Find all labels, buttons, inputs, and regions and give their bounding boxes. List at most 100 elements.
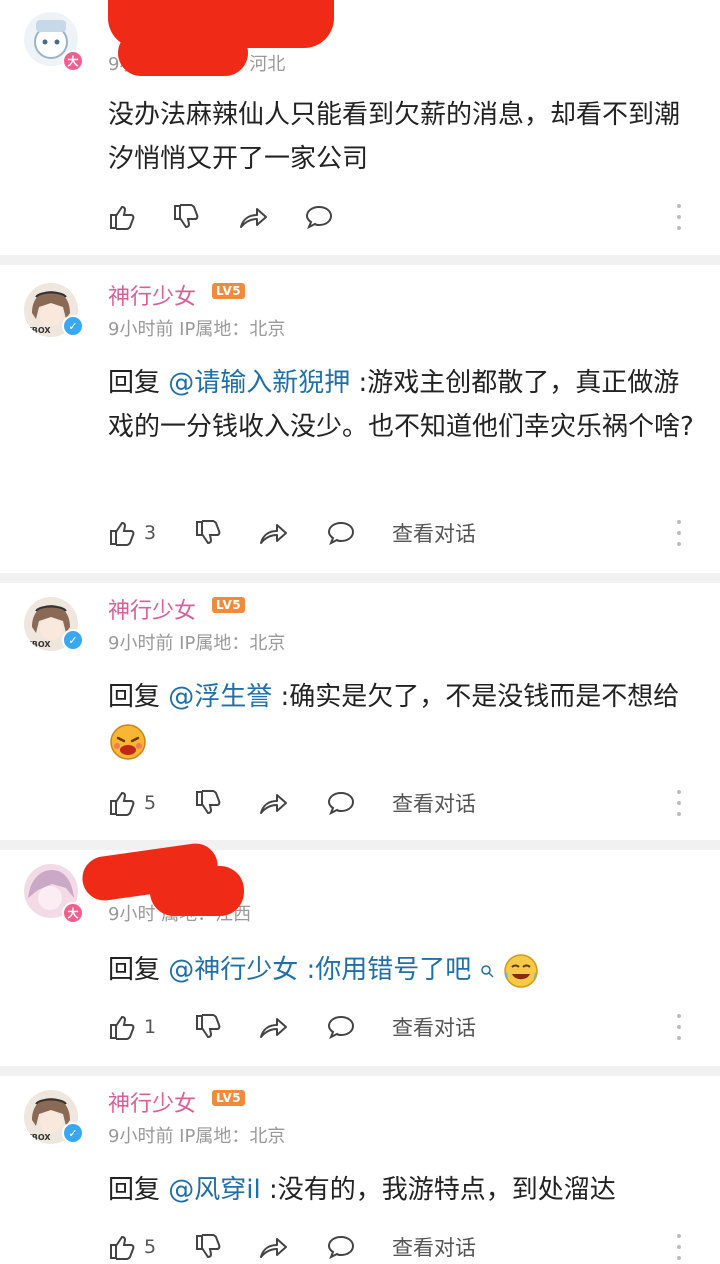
svg-text:YBOX: YBOX — [25, 326, 51, 335]
search-icon[interactable] — [480, 964, 494, 978]
username[interactable]: 神行少女 — [108, 1086, 196, 1118]
reply-text: :确实是欠了，不是没钱而是不想给 — [272, 682, 680, 712]
view-conversation-link[interactable]: 查看对话 — [392, 518, 476, 548]
comment-meta: 9小时前 IP属地：北京 — [108, 633, 286, 654]
reply-text: :你用错号了吧 — [298, 955, 472, 985]
more-options-icon[interactable] — [676, 520, 682, 546]
reply-prefix: 回复 — [108, 368, 169, 398]
comment-item: 大 9小时前 IP属地：河北 没办法麻辣仙人只能看到欠薪的消息，却看不到潮汐悄悄… — [0, 0, 720, 255]
like-button[interactable]: 3 — [108, 516, 156, 550]
comment-body: 没办法麻辣仙人只能看到欠薪的消息，却看不到潮汐悄悄又开了一家公司 — [108, 100, 681, 174]
level-badge: LV5 — [212, 597, 246, 613]
comment-meta: 9小时前 IP属地：北京 — [108, 319, 286, 340]
more-options-icon[interactable] — [676, 790, 682, 816]
laughing-emoji-icon — [110, 723, 146, 760]
comment-item: YBOX ✓ 神行少女 LV5 9小时前 IP属地：北京 回复 @浮生誉 :确实… — [0, 583, 720, 840]
vip-badge: 大 — [62, 50, 84, 72]
share-icon — [260, 524, 287, 544]
comment-body: 回复 @浮生誉 :确实是欠了，不是没钱而是不想给 — [108, 675, 698, 763]
verified-badge: ✓ — [62, 315, 84, 337]
comment-actions — [108, 200, 698, 234]
speech-bubble-icon — [327, 1235, 355, 1260]
thumbs-down-icon — [196, 790, 221, 815]
speech-bubble-icon — [327, 1015, 355, 1040]
divider — [0, 1066, 720, 1076]
more-options-icon[interactable] — [676, 204, 682, 230]
comment-item: YBOX ✓ 神行少女 LV5 9小时前 IP属地：北京 回复 @请输入新猊押 … — [0, 265, 720, 573]
verified-badge: ✓ — [62, 629, 84, 651]
like-button[interactable]: 5 — [108, 786, 156, 820]
divider — [0, 573, 720, 583]
thumbs-down-icon — [174, 204, 199, 229]
more-options-icon[interactable] — [676, 1234, 682, 1260]
dislike-button[interactable] — [172, 200, 200, 234]
like-button[interactable]: 5 — [108, 1230, 156, 1264]
dislike-button[interactable] — [194, 516, 222, 550]
view-conversation-link[interactable]: 查看对话 — [392, 1232, 476, 1262]
comment-body: 回复 @风穿il :没有的，我游特点，到处溜达 — [108, 1168, 698, 1212]
reply-text: :没有的，我游特点，到处溜达 — [260, 1175, 616, 1205]
redaction-mark — [118, 30, 248, 76]
comment-actions: 1 查看对话 — [108, 1010, 698, 1044]
reply-button[interactable] — [326, 1010, 356, 1044]
share-button[interactable] — [258, 1230, 288, 1264]
comment-body: 回复 @请输入新猊押 :游戏主创都散了，真正做游戏的一分钱收入没少。也不知道他们… — [108, 361, 698, 449]
speech-bubble-icon — [305, 205, 333, 230]
dislike-button[interactable] — [194, 786, 222, 820]
view-conversation-link[interactable]: 查看对话 — [392, 1012, 476, 1042]
view-conversation-link[interactable]: 查看对话 — [392, 788, 476, 818]
thumbs-up-icon — [110, 521, 135, 546]
username[interactable]: 神行少女 — [108, 593, 196, 625]
reply-button[interactable] — [326, 516, 356, 550]
comment-item: YBOX ✓ 神行少女 LV5 9小时前 IP属地：北京 回复 @风穿il :没… — [0, 1076, 720, 1260]
share-icon — [260, 1018, 287, 1038]
mention-link[interactable]: @风穿il — [168, 1175, 260, 1205]
dislike-button[interactable] — [194, 1230, 222, 1264]
share-icon — [240, 208, 267, 228]
speech-bubble-icon — [327, 521, 355, 546]
reply-button[interactable] — [326, 1230, 356, 1264]
vip-badge: 大 — [62, 902, 84, 924]
thumbs-up-icon — [110, 791, 135, 816]
comment-actions: 5 查看对话 — [108, 786, 698, 820]
mention-link[interactable]: @浮生誉 — [168, 682, 272, 712]
like-count: 5 — [144, 792, 157, 814]
share-icon — [260, 1238, 287, 1258]
like-count: 3 — [144, 522, 157, 544]
share-icon — [260, 794, 287, 814]
comment-actions: 5 查看对话 — [108, 1230, 698, 1264]
verified-badge: ✓ — [62, 1122, 84, 1144]
reply-prefix: 回复 — [108, 1175, 169, 1205]
divider — [0, 255, 720, 265]
like-count: 1 — [144, 1016, 157, 1038]
share-button[interactable] — [258, 1010, 288, 1044]
comment-body: 回复 @神行少女 :你用错号了吧 — [108, 948, 698, 992]
reply-button[interactable] — [304, 200, 334, 234]
thumbs-down-icon — [196, 520, 221, 545]
thumbs-up-icon — [110, 1015, 135, 1040]
comment-meta: 9小时前 IP属地：北京 — [108, 1126, 286, 1147]
dislike-button[interactable] — [194, 1010, 222, 1044]
divider — [0, 840, 720, 850]
comment-item: 大 9小时 属地：江西 回复 @神行少女 :你用错号了吧 1 查看对话 — [0, 840, 720, 1066]
like-button[interactable]: 1 — [108, 1010, 156, 1044]
thumbs-down-icon — [196, 1014, 221, 1039]
reply-button[interactable] — [326, 786, 356, 820]
like-button[interactable] — [108, 200, 136, 234]
speech-bubble-icon — [327, 791, 355, 816]
tears-of-joy-emoji-icon — [504, 953, 538, 988]
share-button[interactable] — [258, 786, 288, 820]
username[interactable]: 神行少女 — [108, 279, 196, 311]
comment-actions: 3 查看对话 — [108, 516, 698, 550]
thumbs-up-icon — [110, 205, 135, 230]
mention-link[interactable]: @神行少女 — [168, 955, 298, 985]
thumbs-down-icon — [196, 1234, 221, 1259]
more-options-icon[interactable] — [676, 1014, 682, 1040]
reply-prefix: 回复 — [108, 955, 169, 985]
thumbs-up-icon — [110, 1235, 135, 1260]
reply-prefix: 回复 — [108, 682, 169, 712]
svg-text:YBOX: YBOX — [25, 1133, 51, 1142]
mention-link[interactable]: @请输入新猊押 — [168, 368, 350, 398]
share-button[interactable] — [258, 516, 288, 550]
share-button[interactable] — [238, 200, 268, 234]
